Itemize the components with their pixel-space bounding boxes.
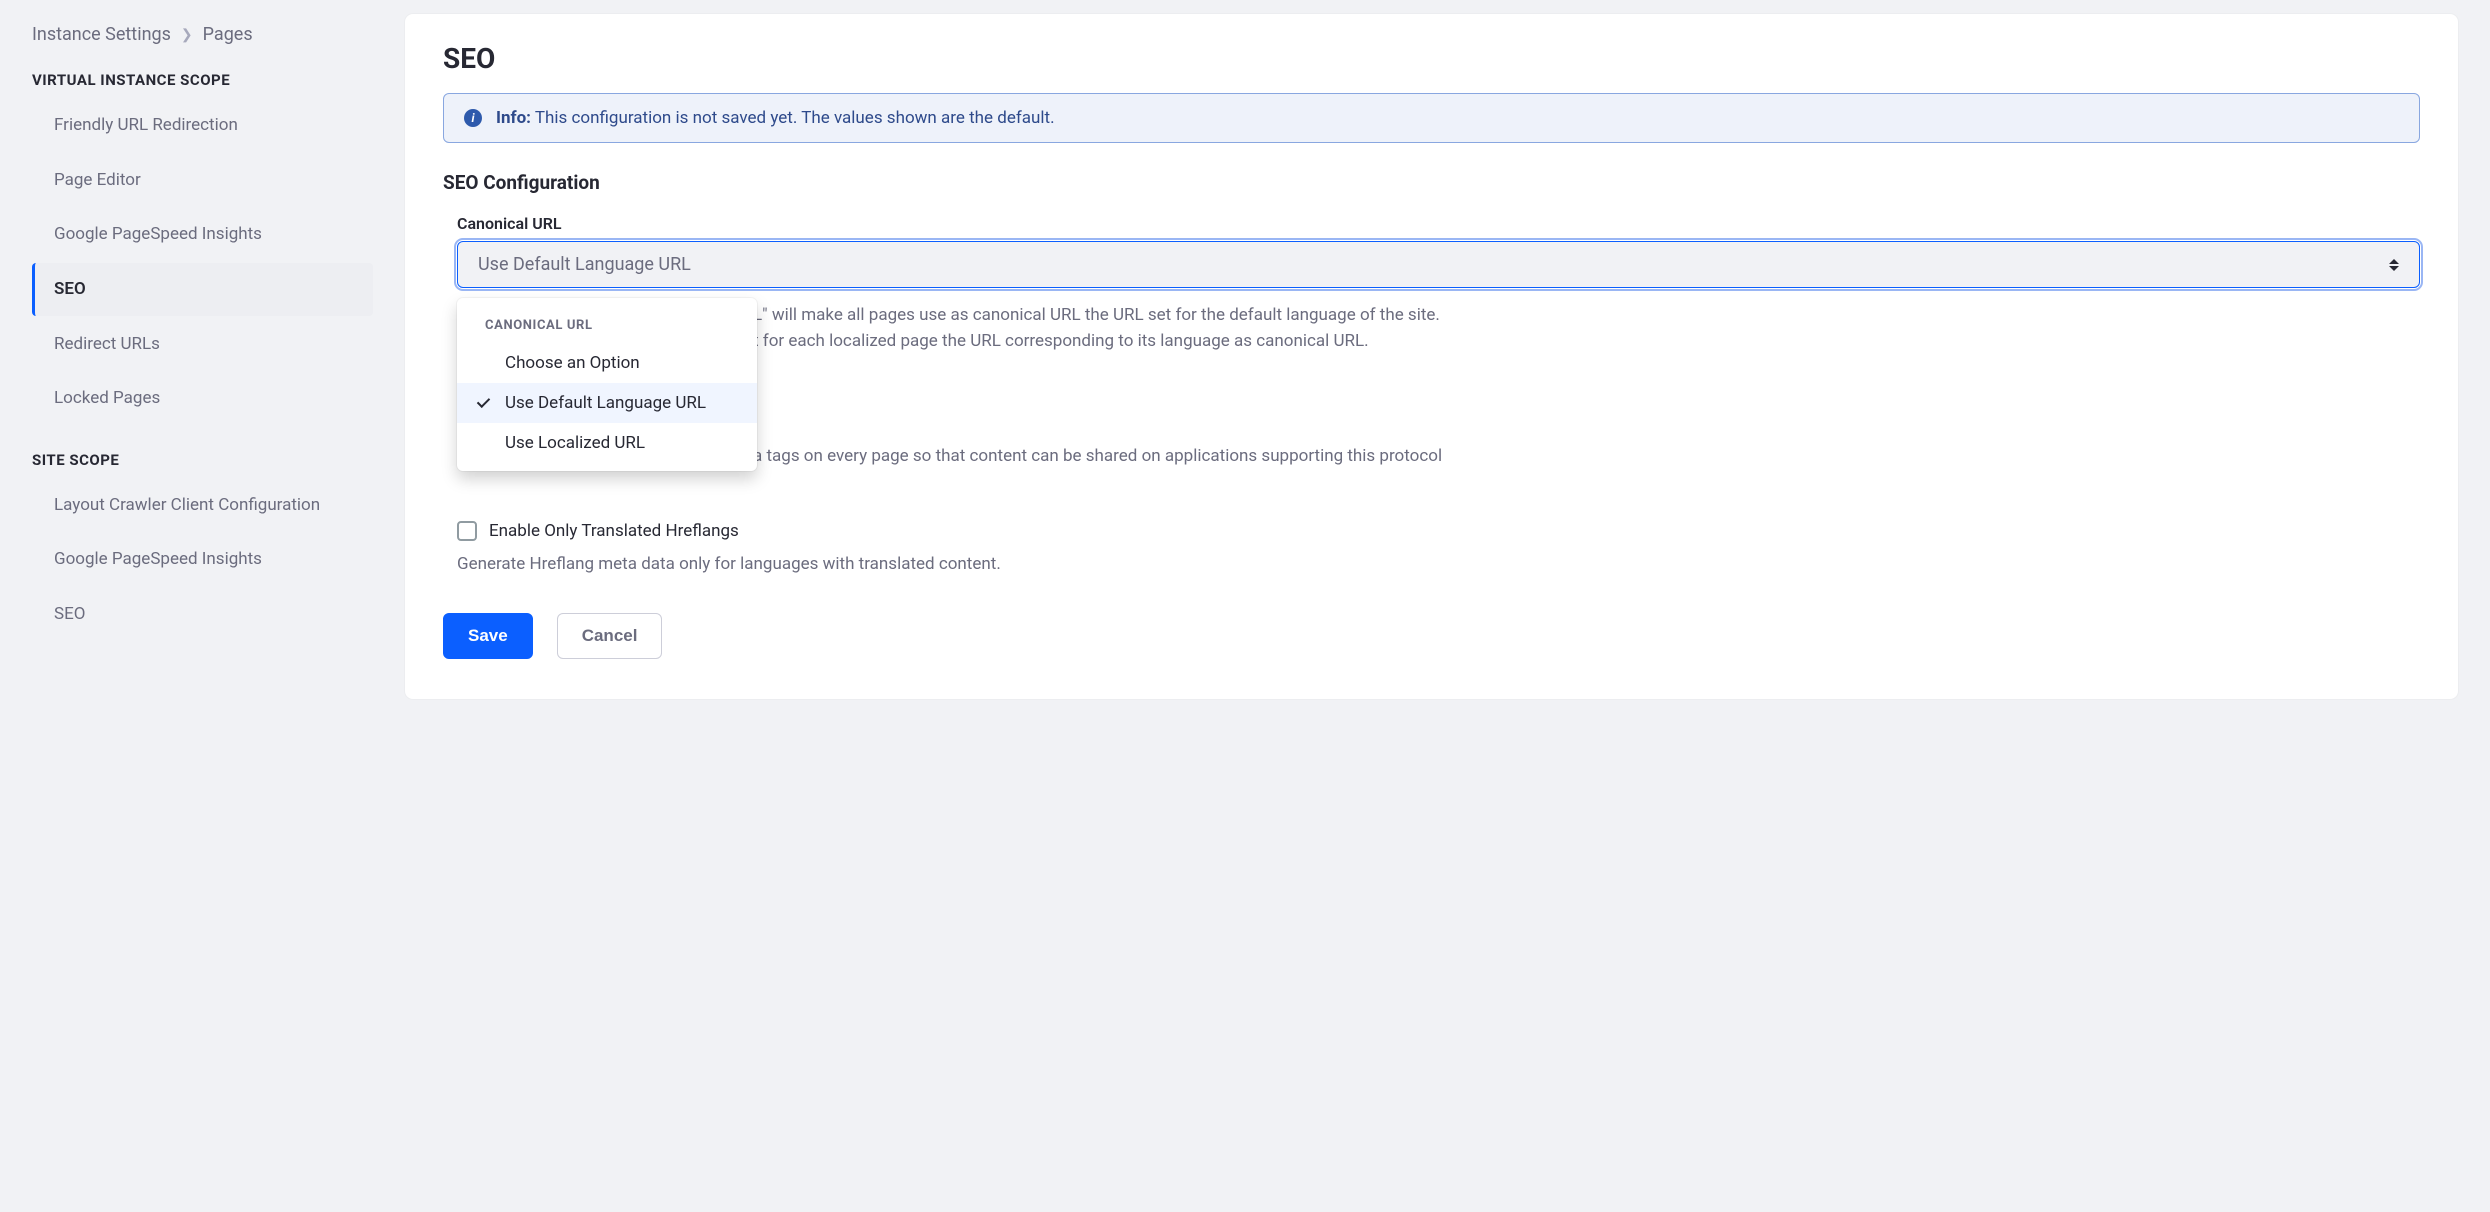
breadcrumb: Instance Settings ❯ Pages	[32, 24, 373, 45]
button-row: Save Cancel	[443, 613, 2420, 659]
sidebar-item-pagespeed[interactable]: Google PageSpeed Insights	[32, 208, 373, 261]
select-caret-icon	[2389, 259, 2399, 271]
breadcrumb-root[interactable]: Instance Settings	[32, 24, 171, 45]
hreflang-help-text: Generate Hreflang meta data only for lan…	[457, 551, 2420, 577]
sidebar: Instance Settings ❯ Pages VIRTUAL INSTAN…	[0, 14, 405, 1192]
sidebar-item-locked-pages[interactable]: Locked Pages	[32, 372, 373, 425]
main-content: SEO i Info: This configuration is not sa…	[405, 14, 2490, 1192]
settings-panel: SEO i Info: This configuration is not sa…	[405, 14, 2458, 699]
dropdown-option-default-lang-label: Use Default Language URL	[505, 393, 706, 413]
hreflang-checkbox-row: Enable Only Translated Hreflangs	[457, 521, 2420, 541]
sidebar-item-friendly-url[interactable]: Friendly URL Redirection	[32, 99, 373, 152]
dropdown-option-default-lang[interactable]: Use Default Language URL	[457, 383, 757, 423]
check-icon	[477, 395, 491, 409]
sidebar-item-page-editor[interactable]: Page Editor	[32, 154, 373, 207]
sidebar-item-pagespeed-site[interactable]: Google PageSpeed Insights	[32, 533, 373, 586]
save-button[interactable]: Save	[443, 613, 533, 659]
page-title: SEO	[443, 42, 2420, 75]
section-heading-site: SITE SCOPE	[32, 451, 373, 469]
dropdown-header: CANONICAL URL	[457, 310, 757, 343]
alert-text-wrap: Info: This configuration is not saved ye…	[496, 108, 1055, 128]
section-heading-virtual: VIRTUAL INSTANCE SCOPE	[32, 71, 373, 89]
canonical-url-label: Canonical URL	[443, 214, 2420, 233]
alert-label: Info:	[496, 108, 531, 128]
breadcrumb-current: Pages	[203, 24, 253, 45]
alert-text: This configuration is not saved yet. The…	[535, 108, 1055, 128]
dropdown-option-choose[interactable]: Choose an Option	[457, 343, 757, 383]
hreflang-checkbox-label: Enable Only Translated Hreflangs	[489, 521, 739, 541]
sidebar-item-seo[interactable]: SEO	[32, 263, 373, 316]
canonical-dropdown: CANONICAL URL Choose an Option Use Defau…	[457, 298, 757, 471]
field-canonical-url: Canonical URL Use Default Language URL L…	[443, 214, 2420, 355]
subheading-seo-config: SEO Configuration	[443, 171, 2420, 194]
canonical-select-wrap: Use Default Language URL	[457, 241, 2420, 288]
cancel-button[interactable]: Cancel	[557, 613, 663, 659]
info-alert: i Info: This configuration is not saved …	[443, 93, 2420, 143]
dropdown-option-localized[interactable]: Use Localized URL	[457, 423, 757, 463]
chevron-right-icon: ❯	[181, 27, 193, 43]
sidebar-item-redirect-urls[interactable]: Redirect URLs	[32, 318, 373, 371]
canonical-select-value: Use Default Language URL	[478, 254, 691, 275]
sidebar-item-seo-site[interactable]: SEO	[32, 588, 373, 641]
sidebar-item-layout-crawler[interactable]: Layout Crawler Client Configuration	[32, 479, 373, 532]
hreflang-checkbox[interactable]	[457, 521, 477, 541]
info-icon: i	[464, 109, 482, 127]
canonical-url-select[interactable]: Use Default Language URL	[457, 241, 2420, 288]
